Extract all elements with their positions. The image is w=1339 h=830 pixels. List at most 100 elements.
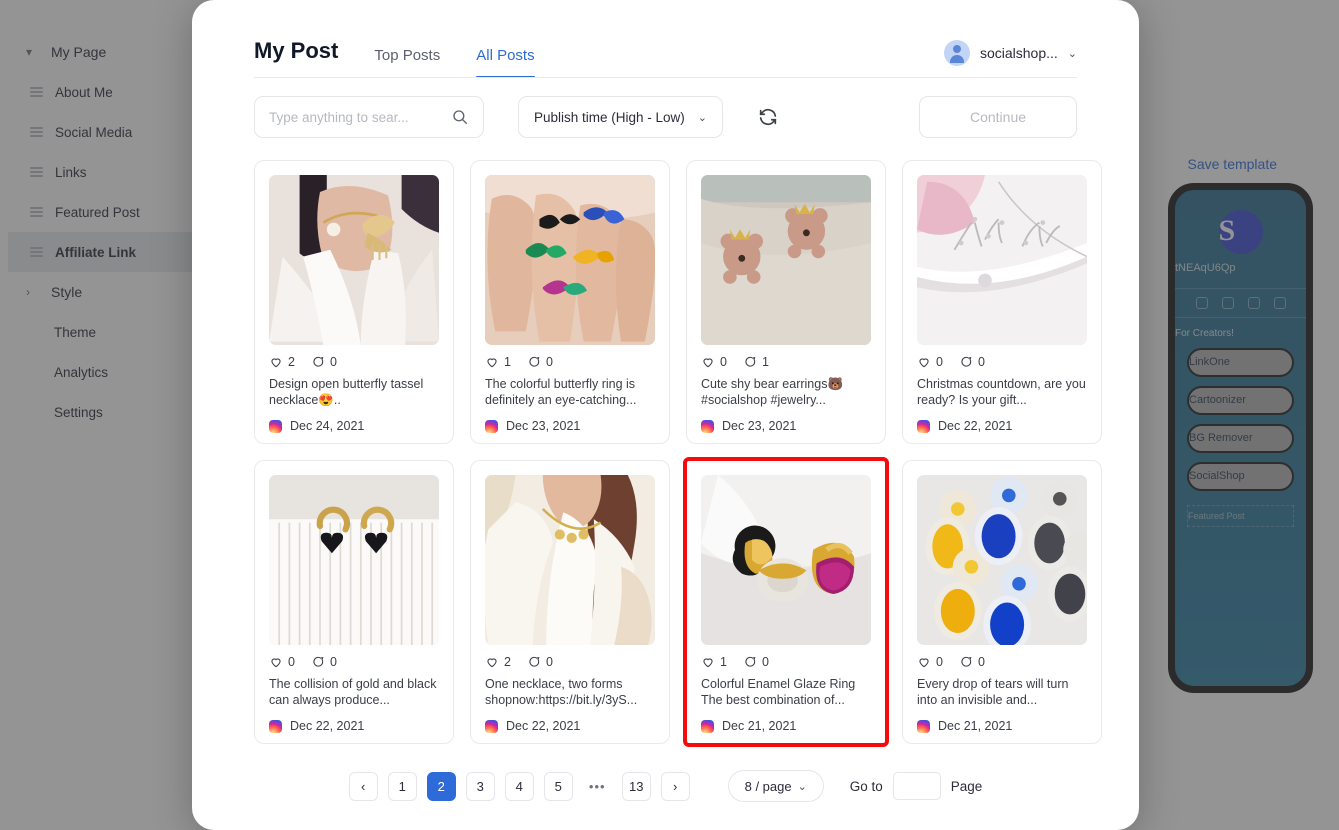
black-heart-earrings-image [269,475,439,645]
comment-stat: 0 [311,355,337,369]
bear-earrings-image [701,175,871,345]
post-stats: 1 0 [701,655,871,669]
post-date-row: Dec 22, 2021 [485,719,655,733]
post-date: Dec 22, 2021 [506,719,581,733]
chevron-down-icon: ⌄ [697,111,707,124]
comment-stat: 0 [743,655,769,669]
like-stat: 1 [485,355,511,369]
post-card[interactable]: 0 0 Every drop of tears will turn into a… [902,460,1102,744]
like-count: 0 [720,355,727,369]
post-thumbnail[interactable] [485,475,655,645]
instagram-icon [917,719,930,733]
post-thumbnail[interactable] [917,475,1087,645]
post-date-row: Dec 23, 2021 [485,419,655,433]
like-count: 0 [936,355,943,369]
pagination-ellipsis[interactable]: ••• [582,771,612,801]
post-date-row: Dec 22, 2021 [269,719,439,733]
chevron-down-icon: ⌄ [1067,47,1077,60]
tab-top-posts[interactable]: Top Posts [374,47,440,78]
post-thumbnail[interactable] [485,175,655,345]
post-thumbnail[interactable] [917,175,1087,345]
goto-page-input[interactable] [892,772,941,800]
continue-button[interactable]: Continue [919,96,1077,138]
search-box[interactable] [254,96,484,138]
post-thumbnail[interactable] [269,475,439,645]
pagination-page-1[interactable]: 1 [387,771,417,801]
per-page-value: 8 / page [744,778,792,794]
pagination-prev[interactable]: ‹ [348,771,378,801]
instagram-icon [917,419,930,433]
butterfly-tassel-necklace-image [269,175,439,345]
post-card[interactable]: 1 0 The colorful butterfly ring is defin… [470,160,670,444]
post-date: Dec 24, 2021 [290,419,365,433]
avatar [943,40,970,66]
enamel-glaze-rings-image [701,475,871,645]
instagram-icon [701,419,714,433]
tab-bar: My Post Top Posts All Posts [254,0,535,78]
like-stat: 2 [269,355,295,369]
like-stat: 0 [269,655,295,669]
sort-select[interactable]: Publish time (High - Low) ⌄ [518,96,723,138]
post-stats: 0 0 [917,355,1087,369]
pagination-page-2[interactable]: 2 [426,771,456,801]
pagination-page-13[interactable]: 13 [621,771,651,801]
heart-icon [703,658,713,668]
instagram-icon [485,719,498,733]
post-caption: Every drop of tears will turn into an in… [917,677,1069,707]
post-card[interactable]: 0 0 The collision of gold and black can … [254,460,454,744]
search-icon[interactable] [451,108,469,126]
comment-icon [961,656,972,667]
post-stats: 2 0 [269,355,439,369]
post-date-row: Dec 21, 2021 [701,719,871,733]
post-card[interactable]: 0 0 Christmas countdown, are you ready? … [902,160,1102,444]
post-date: Dec 23, 2021 [722,419,797,433]
post-stats: 1 0 [485,355,655,369]
post-thumbnail[interactable] [701,475,871,645]
search-input[interactable] [269,109,451,125]
pagination-page-4[interactable]: 4 [504,771,534,801]
account-name: socialshop... [979,45,1058,61]
like-stat: 1 [701,655,727,669]
instagram-icon [269,719,282,733]
comment-count: 0 [329,655,337,669]
heart-icon [919,358,929,368]
post-thumbnail[interactable] [269,175,439,345]
heart-icon [703,358,713,368]
pagination-next[interactable]: › [660,771,690,801]
post-caption: Design open butterfly tassel necklace😍.. [269,377,424,407]
like-count: 0 [936,655,943,669]
toolbar: Publish time (High - Low) ⌄ Continue [192,78,1139,138]
comment-count: 1 [761,355,769,369]
sort-select-value: Publish time (High - Low) [534,109,685,125]
post-date: Dec 22, 2021 [290,719,365,733]
per-page-select[interactable]: 8 / page ⌄ [727,770,824,802]
instagram-icon [269,419,282,433]
comment-count: 0 [545,655,553,669]
pagination-page-3[interactable]: 3 [465,771,495,801]
post-caption: Colorful Enamel Glaze Ring The best comb… [701,677,856,707]
goto-label-suffix: Page [950,778,983,794]
instagram-icon [701,719,714,733]
post-card[interactable]: 2 0 One necklace, two forms shopnow:http… [470,460,670,744]
colorful-butterfly-rings-image [485,175,655,345]
post-card-selected[interactable]: 1 0 Colorful Enamel Glaze Ring The best … [683,457,889,747]
comment-count: 0 [545,355,553,369]
goto-page-control: Go to Page [850,772,983,800]
pagination-page-5[interactable]: 5 [543,771,573,801]
comment-icon [529,356,540,367]
comment-stat: 0 [527,655,553,669]
comment-icon [313,656,324,667]
post-card[interactable]: 2 0 Design open butterfly tassel necklac… [254,160,454,444]
comment-count: 0 [977,355,985,369]
post-caption: The collision of gold and black can alwa… [269,677,437,707]
account-switcher[interactable]: socialshop... ⌄ [943,40,1077,66]
refresh-icon[interactable] [757,106,779,128]
like-stat: 0 [917,355,943,369]
heart-icon [487,658,497,668]
post-caption: The colorful butterfly ring is definitel… [485,377,637,407]
tab-all-posts[interactable]: All Posts [476,47,535,78]
like-count: 2 [288,355,295,369]
post-card[interactable]: 0 1 Cute shy bear earrings🐻 #socialshop … [686,160,886,444]
post-thumbnail[interactable] [701,175,871,345]
comment-stat: 0 [527,355,553,369]
